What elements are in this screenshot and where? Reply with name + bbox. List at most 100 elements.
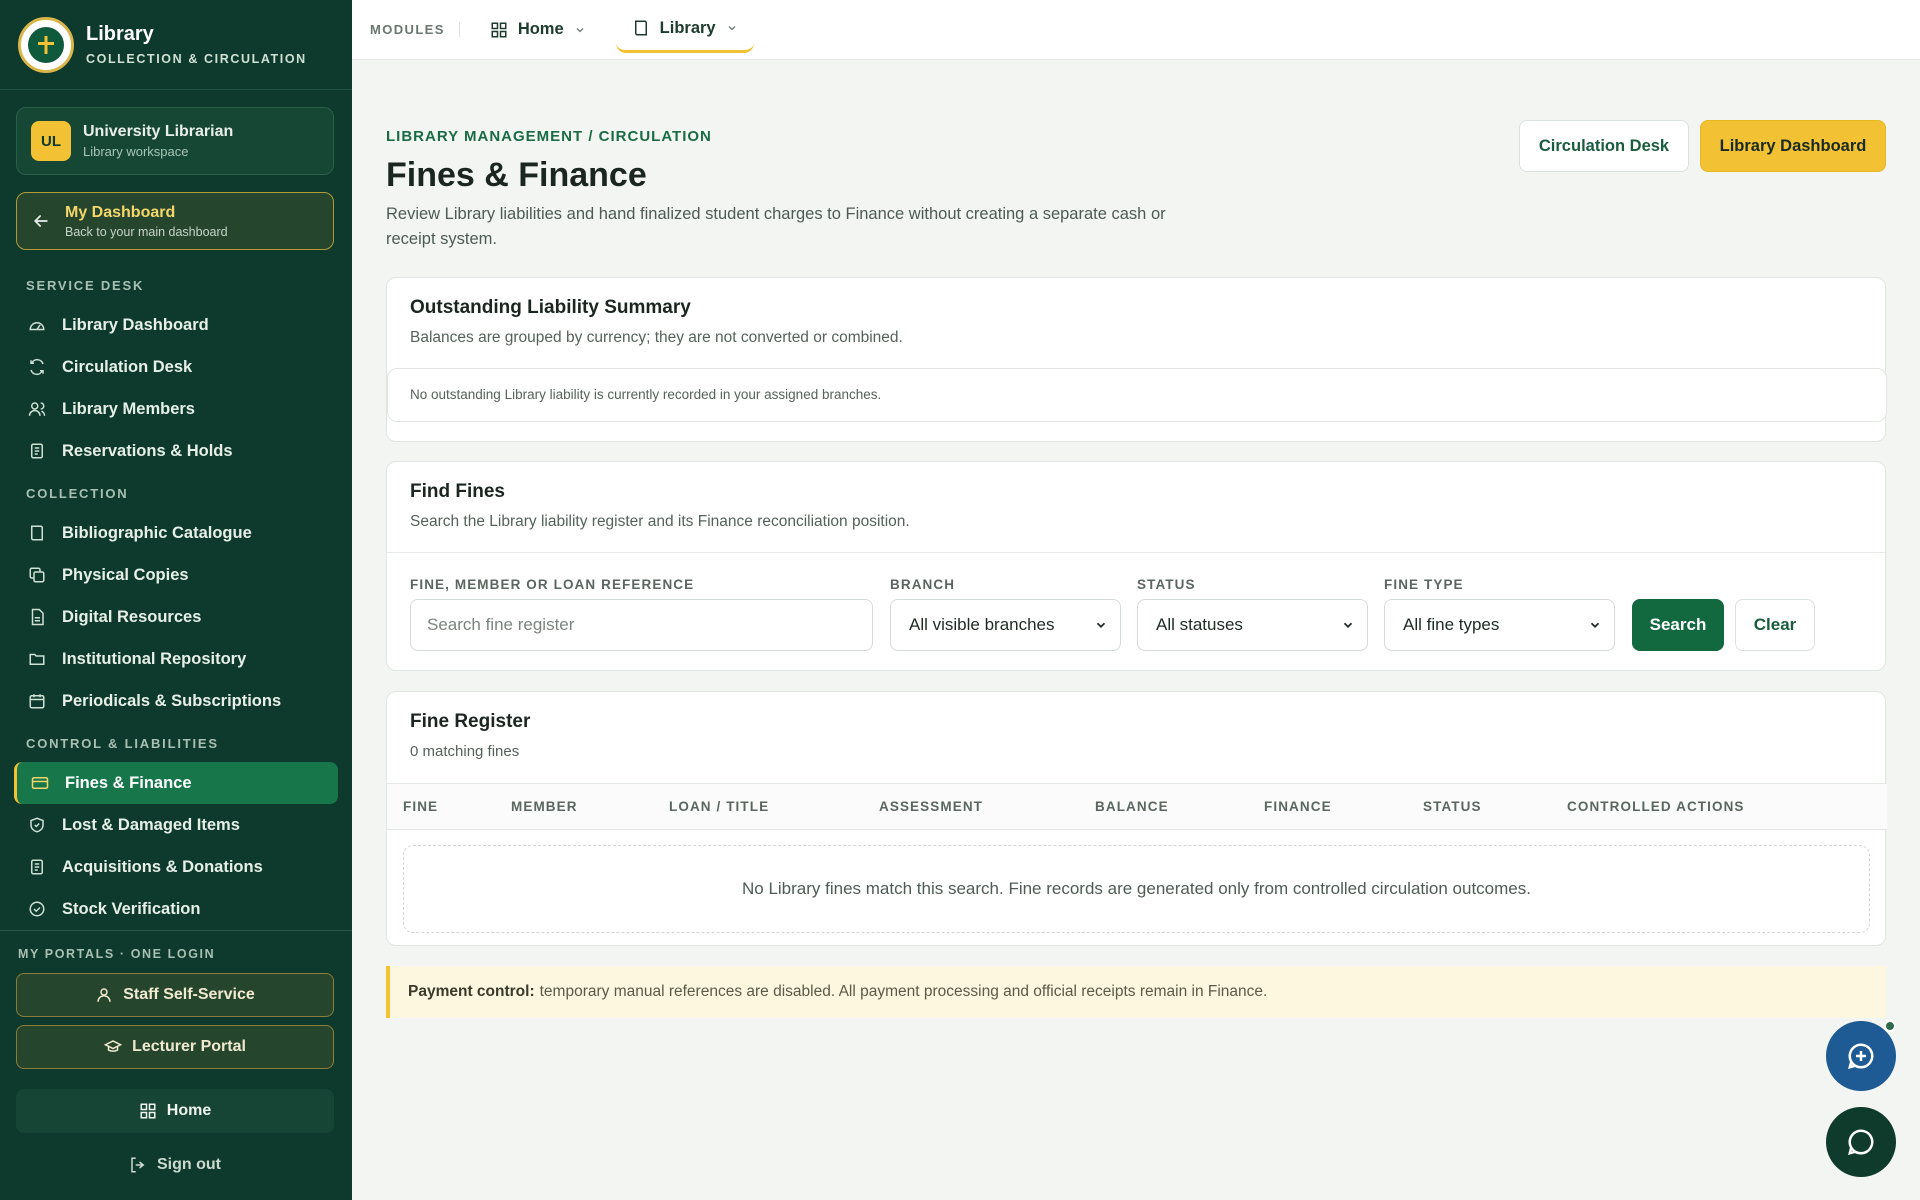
sidebar-item-label: Physical Copies (62, 565, 189, 584)
sidebar-item-institutional-repository[interactable]: Institutional Repository (14, 638, 338, 680)
brand-header: Library COLLECTION & CIRCULATION (0, 0, 352, 90)
column-header: FINANCE (1264, 799, 1332, 814)
book-icon (634, 20, 647, 36)
clear-button[interactable]: Clear (1735, 599, 1815, 651)
book-icon (31, 525, 43, 541)
search-button[interactable]: Search (1632, 599, 1724, 651)
status-label: STATUS (1137, 577, 1196, 592)
sidebar-item-fines-finance[interactable]: Fines & Finance (14, 762, 338, 804)
lecturer-portal-button[interactable]: Lecturer Portal (16, 1025, 334, 1069)
sidebar-item-acquisitions[interactable]: Acquisitions & Donations (14, 846, 338, 888)
sidebar-item-library-members[interactable]: Library Members (14, 388, 338, 430)
grid-icon (140, 1103, 156, 1119)
folder-icon (29, 653, 45, 665)
sidebar-item-stock-verification[interactable]: Stock Verification (14, 888, 338, 930)
staff-self-service-button[interactable]: Staff Self-Service (16, 973, 334, 1017)
check-circle-icon (29, 901, 45, 917)
gauge-icon (29, 322, 45, 331)
register-title: Fine Register (410, 711, 531, 732)
sidebar-item-label: Circulation Desk (62, 357, 193, 376)
library-dashboard-button[interactable]: Library Dashboard (1700, 120, 1886, 172)
top-bar: MODULES Home Library (352, 0, 1920, 60)
sidebar-item-label: Fines & Finance (65, 773, 192, 792)
copy-icon (29, 567, 45, 583)
notice-text: temporary manual references are disabled… (539, 983, 1268, 1000)
payment-control-notice: Payment control: temporary manual refere… (386, 966, 1886, 1018)
column-header: STATUS (1423, 799, 1482, 814)
sidebar-item-library-dashboard[interactable]: Library Dashboard (14, 304, 338, 346)
find-subtitle: Search the Library liability register an… (410, 513, 910, 530)
liability-summary-card: Outstanding Liability Summary Balances a… (386, 277, 1887, 442)
branch-select-value: All visible branches (909, 615, 1055, 634)
sidebar-item-circulation-desk[interactable]: Circulation Desk (14, 346, 338, 388)
page-description: Review Library liabilities and hand fina… (386, 205, 1166, 248)
section-label-service-desk: SERVICE DESK (26, 278, 145, 293)
breadcrumb: LIBRARY MANAGEMENT / CIRCULATION (386, 128, 712, 145)
tab-home-label: Home (517, 20, 564, 38)
fine-register-card: Fine Register 0 matching fines FINE MEMB… (386, 691, 1887, 946)
sidebar-item-periodicals[interactable]: Periodicals & Subscriptions (14, 680, 338, 722)
user-card: UL University Librarian Library workspac… (16, 107, 334, 175)
modules-label: MODULES (370, 22, 460, 37)
sidebar-item-physical-copies[interactable]: Physical Copies (14, 554, 338, 596)
brand-title: Library (86, 23, 154, 45)
branch-select[interactable]: All visible branches (890, 599, 1121, 651)
circulation-desk-button[interactable]: Circulation Desk (1519, 120, 1689, 172)
sidebar-item-digital-resources[interactable]: Digital Resources (14, 596, 338, 638)
summary-subtitle: Balances are grouped by currency; they a… (410, 329, 903, 346)
fine-type-label: FINE TYPE (1384, 577, 1464, 592)
sidebar-item-bibliographic-catalogue[interactable]: Bibliographic Catalogue (14, 512, 338, 554)
university-crest-icon (18, 16, 74, 73)
sidebar-home-button[interactable]: Home (16, 1089, 334, 1133)
sidebar-item-label: Bibliographic Catalogue (62, 523, 252, 542)
user-name: University Librarian (83, 123, 234, 140)
sparkle-chat-icon (1847, 1043, 1874, 1070)
refresh-icon (30, 358, 44, 376)
avatar: UL (31, 121, 71, 161)
register-empty-state: No Library fines match this search. Fine… (403, 845, 1870, 933)
users-icon (28, 402, 46, 416)
fine-type-select[interactable]: All fine types (1384, 599, 1615, 651)
file-icon (31, 608, 44, 626)
sidebar-nav: SERVICE DESK Library Dashboard Circulati… (0, 268, 352, 930)
sidebar: Library COLLECTION & CIRCULATION UL Univ… (0, 0, 352, 1200)
sidebar-item-label: Acquisitions & Donations (62, 857, 263, 876)
search-input[interactable] (410, 599, 873, 651)
user-workspace: Library workspace (83, 144, 189, 159)
tab-library[interactable]: Library (615, 7, 754, 53)
arrow-left-icon (33, 215, 48, 227)
graduation-cap-icon (104, 1040, 123, 1052)
sidebar-item-label: Reservations & Holds (62, 441, 233, 460)
tab-library-label: Library (659, 18, 716, 37)
column-header: MEMBER (511, 799, 578, 814)
my-dashboard-button[interactable]: My Dashboard Back to your main dashboard (16, 192, 334, 250)
divider (387, 552, 1887, 553)
sign-out-icon (131, 1157, 145, 1173)
fine-type-select-value: All fine types (1403, 615, 1500, 634)
summary-empty-note: No outstanding Library liability is curr… (387, 368, 1887, 422)
receipt-icon (31, 859, 43, 875)
chat-button[interactable] (1826, 1107, 1896, 1177)
find-fines-card: Find Fines Search the Library liability … (386, 461, 1887, 671)
credit-card-icon (31, 777, 49, 789)
calendar-icon (29, 694, 45, 709)
online-status-dot (1884, 1020, 1896, 1032)
table-header: FINE MEMBER LOAN / TITLE ASSESSMENT BALA… (387, 783, 1887, 830)
chevron-down-icon (1590, 622, 1600, 628)
my-dashboard-subtitle: Back to your main dashboard (65, 224, 228, 239)
sign-out-button[interactable]: Sign out (16, 1143, 334, 1187)
sidebar-item-label: Library Dashboard (62, 315, 209, 334)
branch-label: BRANCH (890, 577, 956, 592)
sidebar-item-lost-damaged[interactable]: Lost & Damaged Items (14, 804, 338, 846)
section-label-control: CONTROL & LIABILITIES (26, 736, 219, 751)
portals-label: MY PORTALS · ONE LOGIN (18, 947, 216, 961)
column-header: FINE (403, 799, 439, 814)
ai-assistant-button[interactable] (1826, 1021, 1896, 1091)
tab-home[interactable]: Home (474, 7, 602, 53)
sidebar-item-reservations[interactable]: Reservations & Holds (14, 430, 338, 472)
sidebar-home-label: Home (166, 1102, 212, 1119)
grid-icon (491, 22, 507, 37)
status-select-value: All statuses (1156, 615, 1243, 634)
status-select[interactable]: All statuses (1137, 599, 1368, 651)
staff-self-service-label: Staff Self-Service (123, 986, 255, 1003)
